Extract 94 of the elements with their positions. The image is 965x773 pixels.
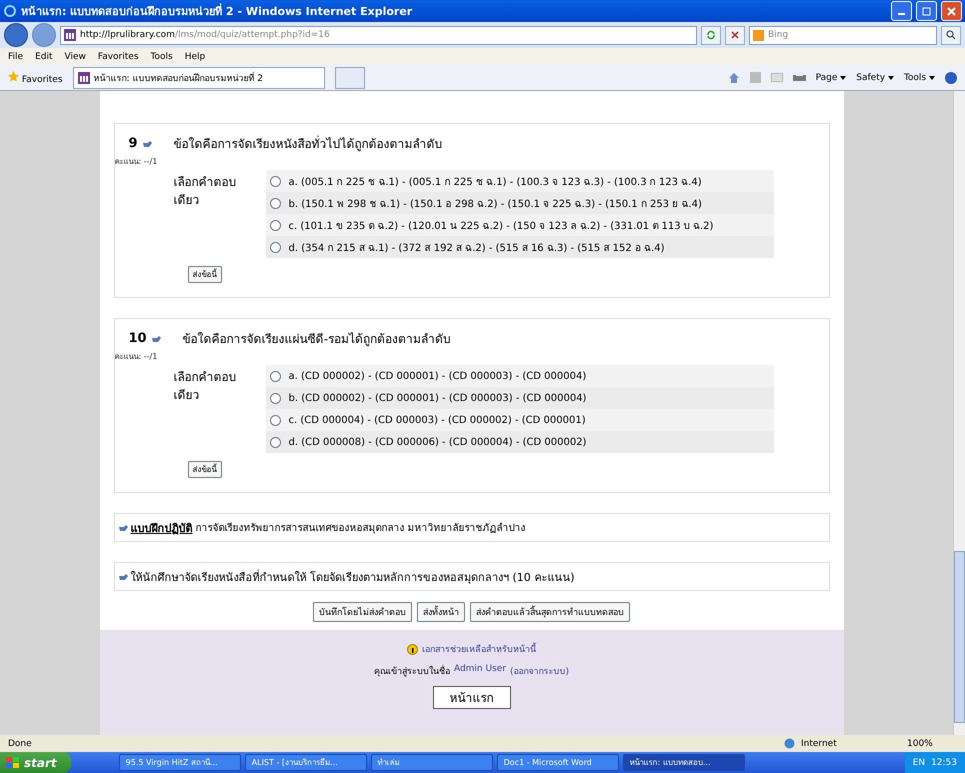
question-score: คะแนน: --/1	[114, 351, 158, 363]
forward-button[interactable]	[32, 23, 56, 47]
menu-item[interactable]: View	[64, 52, 86, 62]
info-icon	[407, 644, 418, 654]
caret-icon	[888, 76, 894, 80]
submit-question-button[interactable]: ส่งข้อนี้	[188, 461, 222, 478]
site-icon	[64, 29, 76, 41]
submit-question-button[interactable]: ส่งข้อนี้	[188, 266, 222, 283]
new-tab-button[interactable]	[334, 66, 365, 88]
radio-button[interactable]	[270, 414, 280, 426]
close-icon	[947, 6, 956, 16]
command-menu[interactable]: Page	[816, 72, 846, 82]
taskbar-button[interactable]: 95.5 Virgin HitZ สถานี...	[118, 754, 241, 771]
address-field[interactable]: http://lprulibrary.com/lms/mod/quiz/attempt.php?id=16	[60, 26, 697, 44]
restore-icon	[922, 6, 931, 16]
home-button[interactable]: หน้าแรก	[432, 686, 510, 709]
answer-option[interactable]: a. (005.1 ก 225 ช ฉ.1) - (005.1 ก 225 ช ฉ.1) - (100.3 จ 123 ฉ.3) - (100.3 ก 123 ฉ.4)	[266, 170, 774, 192]
start-button[interactable]: start	[0, 752, 71, 773]
section-link[interactable]: แบบฝึกปฏิบัติ	[130, 518, 192, 536]
taskbar-button[interactable]: หน้าแรก: แบบทดสอบ...	[622, 754, 745, 771]
menu-item[interactable]: Edit	[35, 52, 52, 62]
answer-prompt: เลือกคำตอบเดียว	[174, 174, 238, 209]
refresh-icon	[706, 30, 716, 40]
caret-icon	[929, 76, 935, 80]
question-number: 9	[128, 136, 138, 151]
answer-option[interactable]: d. (354 ก 215 ส ฉ.1) - (372 ส 192 ส ฉ.2) - (515 ส 16 ฉ.3) - (515 ส 152 อ ฉ.4)	[266, 236, 774, 258]
clock-text: 12:53	[931, 758, 957, 768]
taskbar-button[interactable]: ทำเล่ม	[370, 754, 493, 771]
radio-button[interactable]	[270, 176, 280, 186]
back-button[interactable]	[4, 23, 28, 47]
answer-option[interactable]: a. (CD 000002) - (CD 000001) - (CD 000003) - (CD 000004)	[266, 365, 774, 387]
windows-logo-icon	[6, 756, 20, 768]
printer-icon[interactable]	[792, 72, 806, 83]
taskbar-button[interactable]: Doc1 - Microsoft Word	[496, 754, 619, 771]
logout-link[interactable]: (ออกจากระบบ)	[510, 664, 570, 678]
window-title: หน้าแรก: แบบทดสอบก่อนฝึกอบรมหน่วยที่ 2 - Windows Internet Explorer	[21, 2, 414, 20]
question-text: ข้อใดคือการจัดเรียงหนังสือทั่วไปได้ถูกต้องตามลำดับ	[174, 134, 443, 153]
pointer-icon	[118, 572, 128, 580]
site-icon	[78, 72, 90, 84]
user-link[interactable]: Admin User	[454, 664, 506, 678]
form-button[interactable]: ส่งทั้งหน้า	[417, 602, 465, 622]
caret-icon	[840, 76, 846, 80]
command-menu[interactable]: Tools	[904, 72, 935, 82]
login-text: คุณเข้าสู่ระบบในชื่อ	[374, 664, 450, 678]
answer-option[interactable]: b. (CD 000002) - (CD 000001) - (CD 000003) - (CD 000004)	[266, 387, 774, 409]
form-button[interactable]: ส่งคำตอบแล้วสิ้นสุดการทำแบบทดสอบ	[470, 602, 630, 622]
browser-icon	[3, 4, 17, 18]
home-icon[interactable]	[728, 72, 740, 84]
scrollbar[interactable]	[953, 91, 965, 735]
close-icon	[731, 31, 739, 39]
search-icon	[946, 30, 956, 40]
search-engine-icon	[753, 30, 764, 40]
answer-option[interactable]: b. (150.1 พ 298 ช ฉ.1) - (150.1 อ 298 ฉ.2) - (150.1 จ 225 ฉ.3) - (150.1 ก 253 ย ฉ.4)	[266, 192, 774, 214]
radio-button[interactable]	[270, 370, 280, 382]
answer-prompt: เลือกคำตอบเดียว	[174, 369, 238, 404]
command-menu[interactable]: Safety	[856, 72, 894, 82]
close-button[interactable]	[941, 1, 962, 21]
search-button[interactable]	[941, 26, 961, 44]
mail-icon[interactable]	[770, 73, 783, 82]
search-field[interactable]: Bing	[749, 26, 937, 44]
favorites-button[interactable]: Favorites	[8, 70, 63, 84]
radio-button[interactable]	[270, 392, 280, 404]
star-icon	[8, 70, 19, 82]
restore-button[interactable]	[916, 1, 937, 21]
pointer-icon	[118, 524, 128, 532]
refresh-button[interactable]	[701, 26, 721, 44]
pointer-icon	[152, 334, 161, 342]
radio-button[interactable]	[270, 436, 280, 448]
radio-button[interactable]	[270, 220, 280, 230]
menu-item[interactable]: Favorites	[98, 52, 139, 62]
menu-item[interactable]: Tools	[150, 52, 173, 62]
radio-button[interactable]	[270, 242, 280, 252]
pointer-icon	[142, 140, 152, 148]
menu-item[interactable]: File	[8, 52, 24, 62]
browser-tab[interactable]: หน้าแรก: แบบทดสอบก่อนฝึกอบรมหน่วยที่ 2	[72, 66, 325, 88]
answer-option[interactable]: d. (CD 000008) - (CD 000006) - (CD 000004) - (CD 000002)	[266, 431, 774, 453]
section-text: การจัดเรียงทรัพยากรสารสนเทศของหอสมุดกลาง มหาวิทยาลัยราชภัฏลำปาง	[196, 522, 526, 535]
answer-option[interactable]: c. (CD 000004) - (CD 000003) - (CD 000002) - (CD 000001)	[266, 409, 774, 431]
minimize-button[interactable]	[891, 1, 912, 21]
status-text: Done	[8, 738, 33, 748]
stop-button[interactable]	[725, 26, 745, 44]
search-placeholder: Bing	[768, 30, 788, 40]
menu-item[interactable]: Help	[184, 52, 206, 62]
answer-option[interactable]: c. (101.1 ข 235 ด ฉ.2) - (120.01 น 225 ฉ.2) - (150 จ 123 ล ฉ.2) - (331.01 ต 113 บ ฉ.2)	[266, 214, 774, 236]
radio-button[interactable]	[270, 198, 280, 208]
section-text: ให้นักศึกษาจัดเรียงหนังสือที่กำหนดให้ โดยจัดเรียงตามหลักการของหอสมุดกลางฯ (10 คะแนน)	[130, 568, 575, 586]
taskbar-button[interactable]: ALIST - [งานบริการยืม...	[244, 754, 367, 771]
question-number: 10	[128, 331, 147, 346]
question-text: ข้อใดคือการจัดเรียงแผ่นซีดี-รอมได้ถูกต้องตามลำดับ	[182, 331, 452, 348]
zoom-level[interactable]: 100%	[907, 738, 957, 748]
help-link[interactable]: เอกสารช่วยเหลือสำหรับหน้านี้	[422, 642, 536, 656]
question-score: คะแนน: --/1	[114, 156, 158, 168]
zone-text: Internet	[801, 738, 838, 748]
form-button[interactable]: บันทึกโดยไม่ส่งคำตอบ	[313, 602, 412, 622]
